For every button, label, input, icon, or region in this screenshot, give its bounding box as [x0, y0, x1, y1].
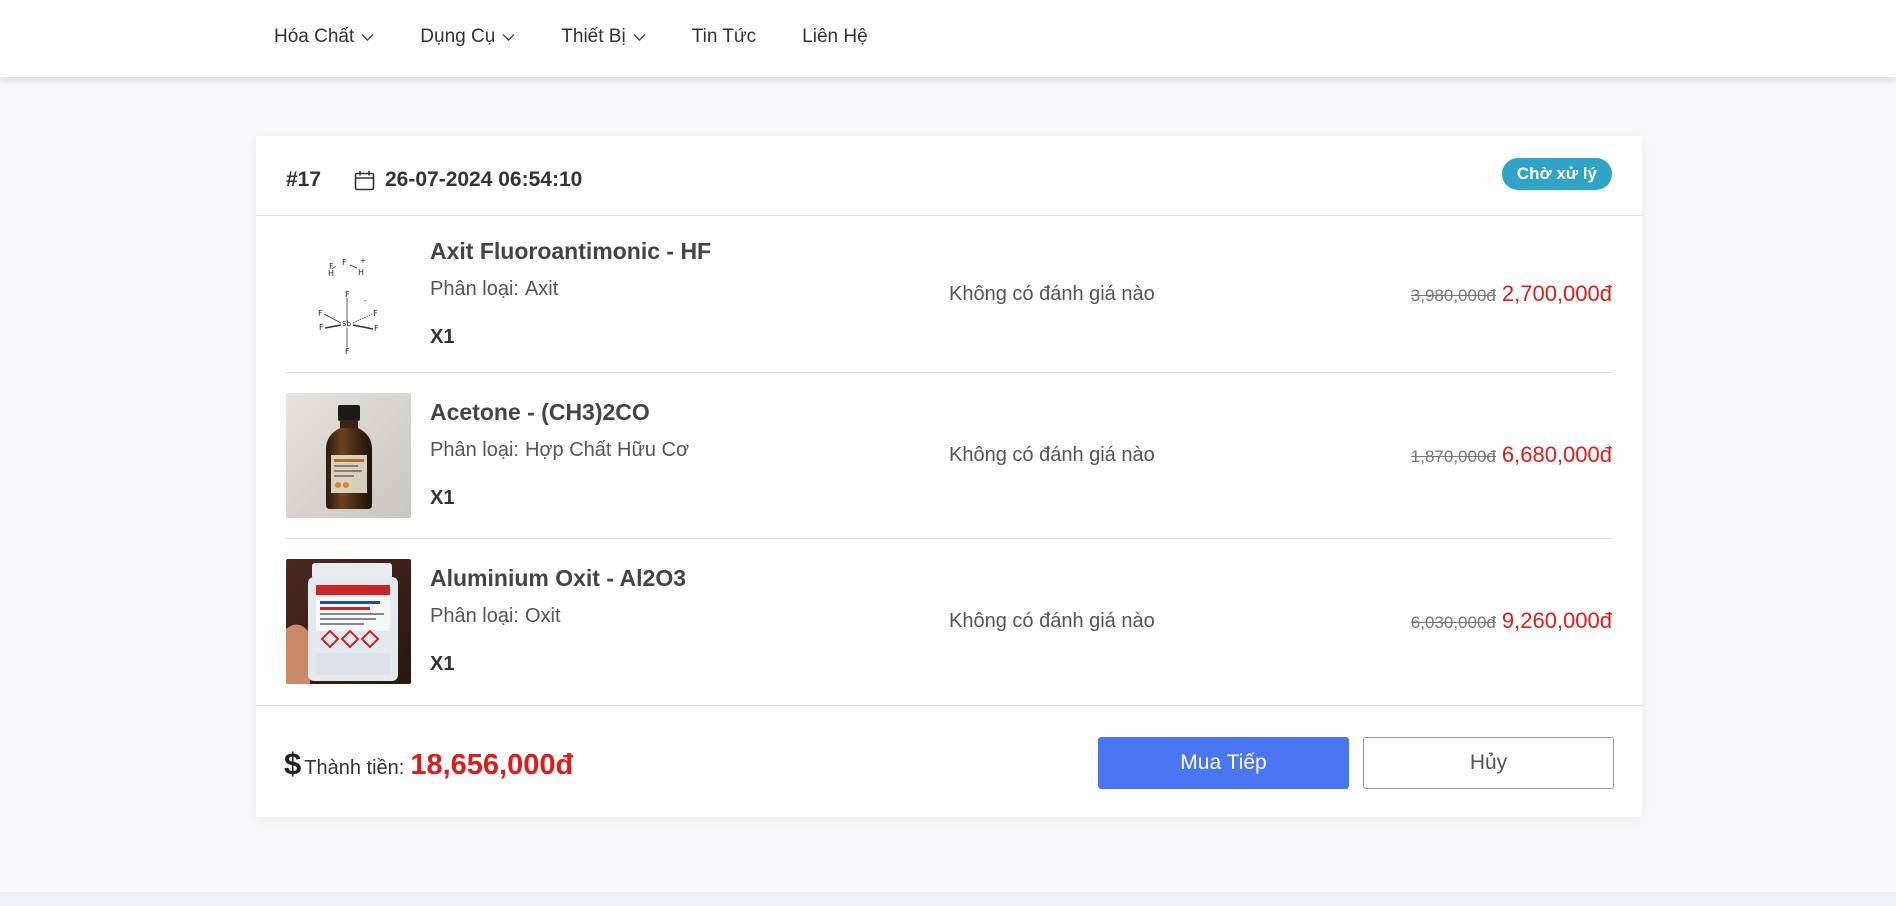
order-footer: $ Thành tiền: 18,656,000đ Mua Tiếp Hủy: [256, 705, 1642, 817]
price-group: 3,980,000đ 2,700,000đ: [1411, 281, 1612, 307]
svg-text:F: F: [374, 324, 379, 333]
product-name[interactable]: Axit Fluoroantimonic - HF: [430, 238, 711, 265]
dollar-icon: $: [284, 746, 302, 781]
product-image[interactable]: [286, 559, 411, 684]
price-group: 6,030,000đ 9,260,000đ: [1411, 608, 1612, 634]
order-item: Aluminium Oxit - Al2O3 Phân loại: Oxit X…: [286, 539, 1612, 705]
cancel-order-button[interactable]: Hủy: [1363, 737, 1614, 789]
order-date-group: 26-07-2024 06:54:10: [354, 168, 582, 192]
old-price: 3,980,000đ: [1410, 286, 1496, 305]
continue-shopping-button[interactable]: Mua Tiếp: [1098, 737, 1349, 789]
footer-strip: [0, 892, 1896, 906]
order-id: #17: [286, 168, 322, 191]
order-total: $ Thành tiền: 18,656,000đ: [284, 748, 573, 782]
review-status: Không có đánh giá nào: [949, 610, 1155, 632]
product-type-label: Phân loại:: [430, 605, 519, 627]
review-status: Không có đánh giá nào: [949, 283, 1155, 305]
chevron-down-icon: [633, 33, 646, 42]
svg-text:.: .: [329, 255, 331, 262]
svg-text:H: H: [358, 268, 364, 277]
product-type-label: Phân loại:: [430, 439, 519, 461]
nav-item-tin-tuc[interactable]: Tin Tức: [692, 17, 756, 57]
total-label: Thành tiền:: [304, 757, 405, 779]
svg-text:H: H: [328, 269, 334, 278]
nav-item-label: Dụng Cụ: [420, 26, 496, 47]
review-status: Không có đánh giá nào: [949, 444, 1155, 466]
nav-item-dung-cu[interactable]: Dụng Cụ: [420, 17, 515, 57]
order-header: #17 26-07-2024 06:54:10 Chờ xử lý: [256, 136, 1642, 216]
product-type-value: Oxit: [524, 605, 561, 627]
total-value: 18,656,000đ: [410, 749, 574, 781]
product-name[interactable]: Aluminium Oxit - Al2O3: [430, 565, 686, 592]
nav-item-thiet-bi[interactable]: Thiết Bị: [561, 17, 646, 57]
svg-text:F: F: [319, 323, 324, 332]
nav-item-label: Hóa Chất: [274, 26, 355, 47]
nav-item-label: Liên Hệ: [802, 26, 868, 47]
nav-menu: Hóa Chất Dụng Cụ Thiết Bị Tin Tức Liên H…: [274, 0, 914, 77]
order-item: F . HH + F F - FF FF Sb F Axit Fluoroant…: [286, 216, 1612, 373]
product-type: Phân loại: Axit: [430, 278, 711, 301]
nav-item-label: Thiết Bị: [561, 26, 626, 47]
order-card: #17 26-07-2024 06:54:10 Chờ xử lý F . H …: [256, 136, 1642, 817]
calendar-icon: [354, 170, 375, 191]
new-price: 9,260,000đ: [1501, 608, 1612, 633]
svg-text:+: +: [360, 257, 366, 265]
nav-item-label: Tin Tức: [691, 26, 757, 47]
product-type-label: Phân loại:: [430, 278, 519, 300]
price-group: 1,870,000đ 6,680,000đ: [1411, 442, 1612, 468]
chevron-down-icon: [502, 33, 515, 42]
svg-text:F: F: [345, 290, 350, 299]
svg-text:F: F: [373, 309, 378, 318]
product-type-value: Hợp Chất Hữu Cơ: [524, 439, 690, 461]
old-price: 6,030,000đ: [1410, 613, 1496, 632]
nav-item-lien-he[interactable]: Liên Hệ: [802, 17, 868, 57]
product-quantity: X1: [430, 326, 455, 348]
chevron-down-icon: [361, 33, 374, 42]
top-navbar: Hóa Chất Dụng Cụ Thiết Bị Tin Tức Liên H…: [0, 0, 1896, 77]
svg-text:F: F: [345, 347, 350, 356]
product-quantity: X1: [430, 487, 455, 509]
status-badge: Chờ xử lý: [1501, 158, 1612, 190]
svg-text:Sb: Sb: [342, 320, 351, 328]
product-type-value: Axit: [524, 278, 559, 300]
product-info: Acetone - (CH3)2CO Phân loại: Hợp Chất H…: [430, 399, 689, 510]
product-type: Phân loại: Oxit: [430, 605, 686, 628]
product-quantity: X1: [430, 653, 455, 675]
order-items-list: F . HH + F F - FF FF Sb F Axit Fluoroant…: [286, 216, 1612, 705]
old-price: 1,870,000đ: [1410, 447, 1496, 466]
product-type: Phân loại: Hợp Chất Hữu Cơ: [430, 439, 689, 462]
new-price: 6,680,000đ: [1501, 442, 1612, 467]
product-name[interactable]: Acetone - (CH3)2CO: [430, 399, 689, 426]
order-item: Acetone - (CH3)2CO Phân loại: Hợp Chất H…: [286, 373, 1612, 539]
nav-item-hoa-chat[interactable]: Hóa Chất: [274, 17, 374, 57]
product-info: Aluminium Oxit - Al2O3 Phân loại: Oxit X…: [430, 565, 686, 676]
svg-text:F: F: [342, 258, 347, 267]
svg-text:F: F: [318, 309, 323, 318]
order-date: 26-07-2024 06:54:10: [385, 168, 583, 191]
product-image[interactable]: F . HH + F F - FF FF Sb F: [286, 232, 411, 357]
new-price: 2,700,000đ: [1501, 281, 1612, 306]
product-info: Axit Fluoroantimonic - HF Phân loại: Axi…: [430, 238, 711, 349]
product-image[interactable]: [286, 393, 411, 518]
